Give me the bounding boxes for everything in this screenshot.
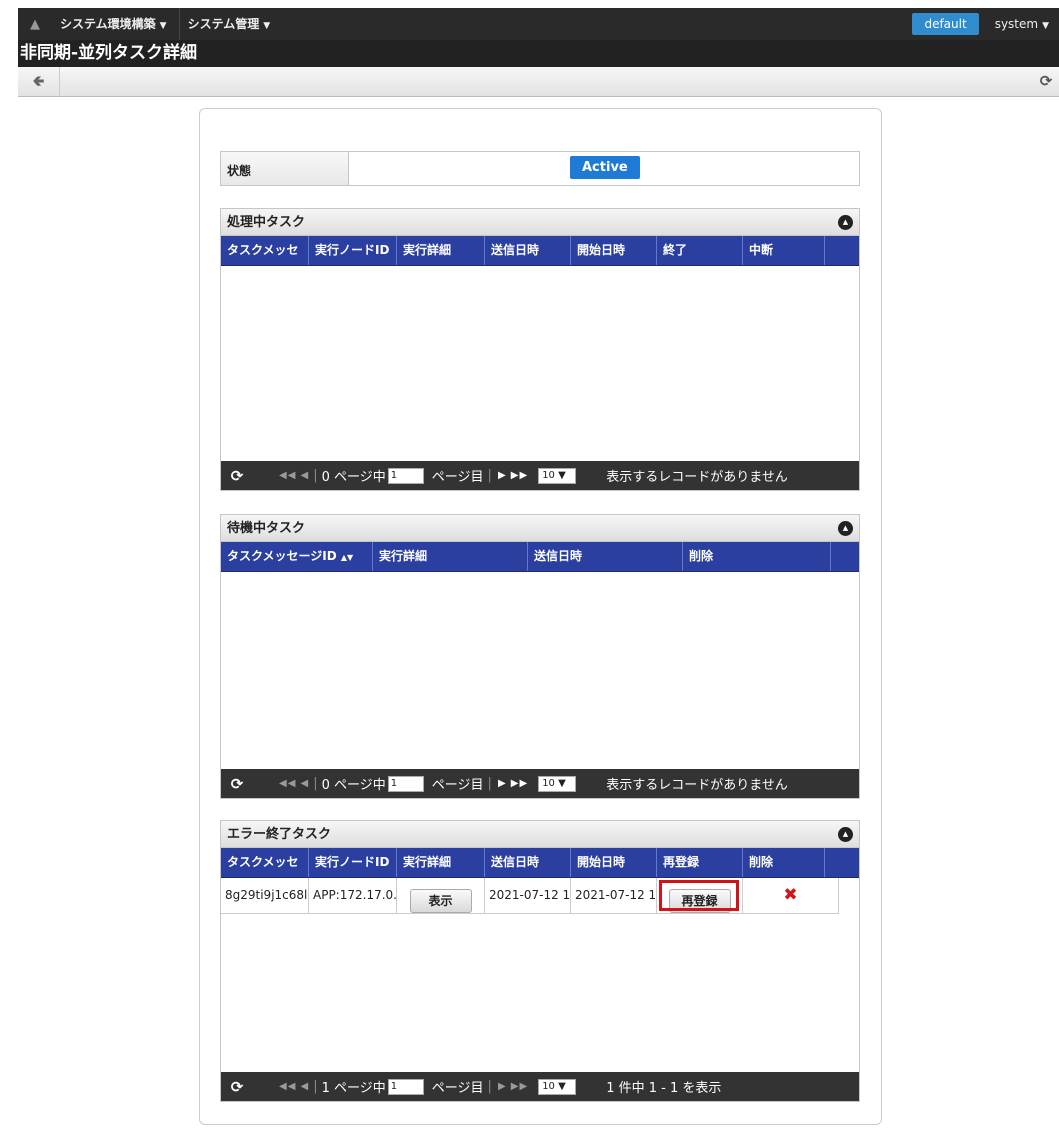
first-prev-icon[interactable]: ◀◀ ◀ (279, 778, 309, 789)
page-input[interactable]: 1 (387, 1078, 424, 1095)
column-header[interactable]: 削除 (683, 542, 831, 571)
caret-down-icon: ▼ (263, 21, 271, 31)
column-header[interactable]: 開始日時 (571, 848, 657, 877)
status-label: 状態 (221, 152, 349, 185)
waiting-panel: 待機中タスク ▲ タスクメッセージID ▲▼ 実行詳細 送信日時 削除 ⟳ ◀◀… (220, 514, 860, 799)
panel-header: エラー終了タスク ▲ (221, 821, 859, 848)
reload-icon[interactable]: ⟳ (1033, 67, 1059, 96)
table-body: 8g29ti9j1c68l8 APP:172.17.0. 表示 2021-07-… (221, 878, 859, 1072)
status-badge: Active (570, 156, 640, 179)
menu-system-env[interactable]: システム環境構築 ▼ (52, 8, 180, 40)
top-navbar: ▲ システム環境構築 ▼ システム管理 ▼ default system ▼ (18, 8, 1059, 40)
menu-system-admin[interactable]: システム管理 ▼ (180, 8, 279, 40)
column-header[interactable]: 実行ノードID (309, 236, 397, 265)
next-last-icon[interactable]: ▶ ▶▶ (498, 1081, 528, 1092)
column-header[interactable]: タスクメッセ (221, 236, 309, 265)
column-header[interactable]: 送信日時 (528, 542, 683, 571)
sent-datetime: 2021-07-12 17 (485, 878, 571, 913)
pager-message: 表示するレコードがありません (606, 778, 788, 793)
start-datetime: 2021-07-12 17 (571, 878, 657, 913)
panel-header: 待機中タスク ▲ (221, 515, 859, 542)
home-icon[interactable]: ▲ (18, 17, 52, 32)
page-input[interactable]: 1 (387, 467, 424, 484)
pager: ⟳ ◀◀ ◀ | 0 ページ中 1 ページ目 | ▶ ▶▶ 10 ▼ 表示するレ… (221, 769, 859, 798)
error-panel: エラー終了タスク ▲ タスクメッセ 実行ノードID 実行詳細 送信日時 開始日時… (220, 820, 860, 1102)
column-header[interactable]: 再登録 (657, 848, 743, 877)
next-last-icon[interactable]: ▶ ▶▶ (498, 470, 528, 481)
first-prev-icon[interactable]: ◀◀ ◀ (279, 1081, 309, 1092)
table-row: 8g29ti9j1c68l8 APP:172.17.0. 表示 2021-07-… (221, 878, 839, 914)
pager-message: 表示するレコードがありません (606, 470, 788, 485)
highlight-box (659, 880, 739, 911)
collapse-icon[interactable]: ▲ (838, 215, 853, 230)
page-input[interactable]: 1 (387, 775, 424, 792)
column-header[interactable]: 送信日時 (485, 236, 571, 265)
delete-x-icon[interactable]: ✖ (783, 885, 797, 905)
user-menu[interactable]: system ▼ (987, 17, 1059, 31)
table-body (221, 572, 859, 769)
rows-select[interactable]: 10 ▼ (538, 467, 577, 484)
back-arrow-icon[interactable]: 🢀 (18, 67, 60, 96)
caret-down-icon: ▼ (1042, 21, 1049, 31)
column-header[interactable]: 実行詳細 (373, 542, 528, 571)
caret-down-icon: ▼ (159, 21, 167, 31)
column-header[interactable]: 中断 (743, 236, 825, 265)
pager: ⟳ ◀◀ ◀ | 1 ページ中 1 ページ目 | ▶ ▶▶ 10 ▼ 1 件中 … (221, 1072, 859, 1101)
collapse-icon[interactable]: ▲ (838, 827, 853, 842)
sort-icon[interactable]: ▲▼ (341, 553, 353, 562)
first-prev-icon[interactable]: ◀◀ ◀ (279, 470, 309, 481)
pager: ⟳ ◀◀ ◀ | 0 ページ中 1 ページ目 | ▶ ▶▶ 10 ▼ 表示するレ… (221, 461, 859, 490)
rows-select[interactable]: 10 ▼ (538, 775, 577, 792)
column-header[interactable]: 実行詳細 (397, 236, 485, 265)
column-header[interactable]: 実行詳細 (397, 848, 485, 877)
column-header[interactable]: 削除 (743, 848, 825, 877)
processing-panel: 処理中タスク ▲ タスクメッセ 実行ノードID 実行詳細 送信日時 開始日時 終… (220, 208, 860, 491)
table-header: タスクメッセ 実行ノードID 実行詳細 送信日時 開始日時 終了 中断 (221, 236, 859, 266)
task-message-id: 8g29ti9j1c68l8 (221, 878, 309, 913)
panel-header: 処理中タスク ▲ (221, 209, 859, 236)
column-header[interactable]: タスクメッセ (221, 848, 309, 877)
column-header[interactable]: 実行ノードID (309, 848, 397, 877)
next-last-icon[interactable]: ▶ ▶▶ (498, 778, 528, 789)
table-body (221, 266, 859, 461)
refresh-icon[interactable]: ⟳ (225, 1078, 249, 1096)
page-title: 非同期-並列タスク詳細 (18, 40, 1059, 67)
pager-message: 1 件中 1 - 1 を表示 (606, 1081, 722, 1096)
table-header: タスクメッセージID ▲▼ 実行詳細 送信日時 削除 (221, 542, 859, 572)
column-header[interactable]: 送信日時 (485, 848, 571, 877)
collapse-icon[interactable]: ▲ (838, 521, 853, 536)
column-header[interactable]: 終了 (657, 236, 743, 265)
rows-select[interactable]: 10 ▼ (538, 1078, 577, 1095)
table-header: タスクメッセ 実行ノードID 実行詳細 送信日時 開始日時 再登録 削除 (221, 848, 859, 878)
toolbar: 🢀 ⟳ (18, 67, 1059, 97)
status-row: 状態 Active (220, 151, 860, 186)
exec-node-id: APP:172.17.0. (309, 878, 397, 913)
tenant-button[interactable]: default (912, 13, 979, 35)
show-detail-button[interactable]: 表示 (409, 889, 472, 913)
column-header[interactable]: 開始日時 (571, 236, 657, 265)
refresh-icon[interactable]: ⟳ (225, 775, 249, 793)
refresh-icon[interactable]: ⟳ (225, 467, 249, 485)
column-header[interactable]: タスクメッセージID ▲▼ (221, 542, 373, 571)
